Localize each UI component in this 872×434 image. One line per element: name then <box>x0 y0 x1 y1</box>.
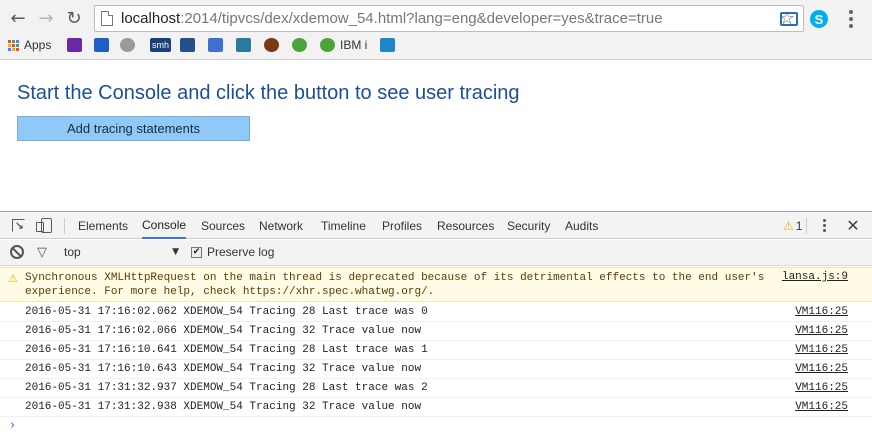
preserve-log-label: Preserve log <box>207 245 275 259</box>
tab-network[interactable]: Network <box>259 212 303 239</box>
dropdown-arrow-icon: ▼ <box>172 247 179 257</box>
yahoo-mail-icon <box>67 38 82 52</box>
w3-icon <box>236 38 251 52</box>
tab-profiles[interactable]: Profiles <box>382 212 422 239</box>
bookmark-gear-bookmark[interactable] <box>292 36 307 54</box>
preserve-log-toggle[interactable]: ✔ Preserve log <box>191 245 274 259</box>
tab-console[interactable]: Console <box>142 212 187 239</box>
bookmark-apps-grid[interactable]: Apps <box>8 36 51 54</box>
browser-menu-icon[interactable] <box>840 8 862 30</box>
cloud-people-icon <box>180 38 195 52</box>
bookmark-smh[interactable]: smh <box>150 36 172 54</box>
warning-count-badge[interactable]: ⚠ 1 <box>783 212 802 239</box>
disc-icon <box>120 38 135 52</box>
apps-grid-icon <box>8 39 19 51</box>
log-message: 2016-05-31 17:16:02.062 XDEMOW_54 Tracin… <box>25 306 428 318</box>
console-log-line: 2016-05-31 17:16:10.643 XDEMOW_54 Tracin… <box>0 360 872 379</box>
log-source-link[interactable]: VM116:25 <box>795 306 848 318</box>
log-source-link[interactable]: VM116:25 <box>795 344 848 356</box>
back-arrow-icon[interactable]: ← <box>6 6 30 30</box>
bookmark-mail[interactable] <box>94 36 109 54</box>
devtools-menu-icon[interactable] <box>816 217 832 234</box>
warning-count: 1 <box>795 218 803 233</box>
bookmark-w3[interactable] <box>236 36 251 54</box>
inspect-element-icon[interactable] <box>8 216 28 234</box>
page-icon <box>101 11 113 26</box>
log-message: 2016-05-31 17:16:10.643 XDEMOW_54 Tracin… <box>25 363 422 375</box>
device-mode-icon[interactable] <box>35 216 56 234</box>
html5-icon <box>208 38 223 52</box>
skype-icon[interactable]: S <box>808 8 830 30</box>
toolbar-divider <box>64 218 65 234</box>
context-selector[interactable]: top ▼ <box>64 245 179 261</box>
log-source-link[interactable]: VM116:25 <box>795 363 848 375</box>
url-text[interactable]: localhost:2014/tipvcs/dex/xdemow_54.html… <box>121 10 663 27</box>
bookmark-football[interactable] <box>264 36 279 54</box>
clear-console-icon[interactable] <box>10 245 24 259</box>
cast-icon[interactable] <box>778 8 800 30</box>
bookmark-ibmi-gear[interactable]: IBM i <box>320 36 367 54</box>
tab-resources[interactable]: Resources <box>437 212 494 239</box>
bookmarks-bar: Apps smh IBM i <box>0 34 872 56</box>
bookmark-cloud-people[interactable] <box>180 36 195 54</box>
console-prompt-icon[interactable]: › <box>10 418 15 433</box>
tab-elements[interactable]: Elements <box>78 212 128 239</box>
preserve-log-checkbox[interactable]: ✔ <box>191 246 202 258</box>
url-host: localhost <box>121 10 181 27</box>
warning-icon: ⚠ <box>783 218 794 233</box>
bookmark-disc[interactable] <box>120 36 135 54</box>
bookmark-label: Apps <box>24 38 52 52</box>
warning-source-link[interactable]: lansa.js:9 <box>782 271 848 283</box>
console-log-line: 2016-05-31 17:16:02.062 XDEMOW_54 Tracin… <box>0 303 872 322</box>
close-devtools-icon[interactable]: ✕ <box>844 215 862 235</box>
console-output: ⚠ Synchronous XMLHttpRequest on the main… <box>0 267 872 434</box>
navigation-row: ← → ↻ localhost:2014/tipvcs/dex/xdemow_5… <box>0 4 872 32</box>
gear-bookmark-icon <box>292 38 307 52</box>
toolbar-divider <box>806 218 807 234</box>
bookmark-label: IBM i <box>340 38 368 52</box>
log-message: 2016-05-31 17:16:02.066 XDEMOW_54 Tracin… <box>25 325 422 337</box>
bookmark-yahoo-mail[interactable] <box>67 36 82 54</box>
console-log-line: 2016-05-31 17:31:32.938 XDEMOW_54 Tracin… <box>0 398 872 417</box>
browser-toolbar: ← → ↻ localhost:2014/tipvcs/dex/xdemow_5… <box>0 0 872 60</box>
console-filter-bar: ▽ top ▼ ✔ Preserve log <box>0 240 872 266</box>
filter-icon[interactable]: ▽ <box>37 245 47 260</box>
add-tracing-button[interactable]: Add tracing statements <box>17 116 250 141</box>
console-log-line: 2016-05-31 17:16:10.641 XDEMOW_54 Tracin… <box>0 341 872 360</box>
devtools-panel: ⚠ 1 ✕ Elements Console Sources Network Timel… <box>0 211 872 434</box>
tab-audits[interactable]: Audits <box>565 212 598 239</box>
bookmark-html5[interactable] <box>208 36 223 54</box>
log-source-link[interactable]: VM116:25 <box>795 382 848 394</box>
football-icon <box>264 38 279 52</box>
page-content: Start the Console and click the button t… <box>0 61 872 211</box>
tab-timeline[interactable]: Timeline <box>321 212 366 239</box>
forward-arrow-icon[interactable]: → <box>34 6 58 30</box>
console-warning-message: ⚠ Synchronous XMLHttpRequest on the main… <box>0 267 872 302</box>
warning-text: Synchronous XMLHttpRequest on the main t… <box>25 272 765 298</box>
reload-icon[interactable]: ↻ <box>62 6 86 30</box>
log-source-link[interactable]: VM116:25 <box>795 325 848 337</box>
console-log-line: 2016-05-31 17:16:02.066 XDEMOW_54 Tracin… <box>0 322 872 341</box>
tab-security[interactable]: Security <box>507 212 550 239</box>
ibmi-gear-icon <box>320 38 335 52</box>
warning-icon: ⚠ <box>8 272 18 285</box>
app-tile-icon <box>380 38 395 52</box>
log-message: 2016-05-31 17:31:32.937 XDEMOW_54 Tracin… <box>25 382 428 394</box>
bookmark-app-tile[interactable] <box>380 36 395 54</box>
log-source-link[interactable]: VM116:25 <box>795 401 848 413</box>
console-log-line: 2016-05-31 17:31:32.937 XDEMOW_54 Tracin… <box>0 379 872 398</box>
log-message: 2016-05-31 17:31:32.938 XDEMOW_54 Tracin… <box>25 401 422 413</box>
devtools-tabbar: ⚠ 1 ✕ Elements Console Sources Network Timel… <box>0 212 872 239</box>
smh-icon: smh <box>150 38 172 52</box>
log-message: 2016-05-31 17:16:10.641 XDEMOW_54 Tracin… <box>25 344 428 356</box>
context-value: top <box>64 245 81 259</box>
mail-icon <box>94 38 109 52</box>
address-bar[interactable]: localhost:2014/tipvcs/dex/xdemow_54.html… <box>94 5 804 32</box>
page-heading: Start the Console and click the button t… <box>17 82 520 104</box>
tab-sources[interactable]: Sources <box>201 212 245 239</box>
url-path: :2014/tipvcs/dex/xdemow_54.html?lang=eng… <box>180 10 663 27</box>
